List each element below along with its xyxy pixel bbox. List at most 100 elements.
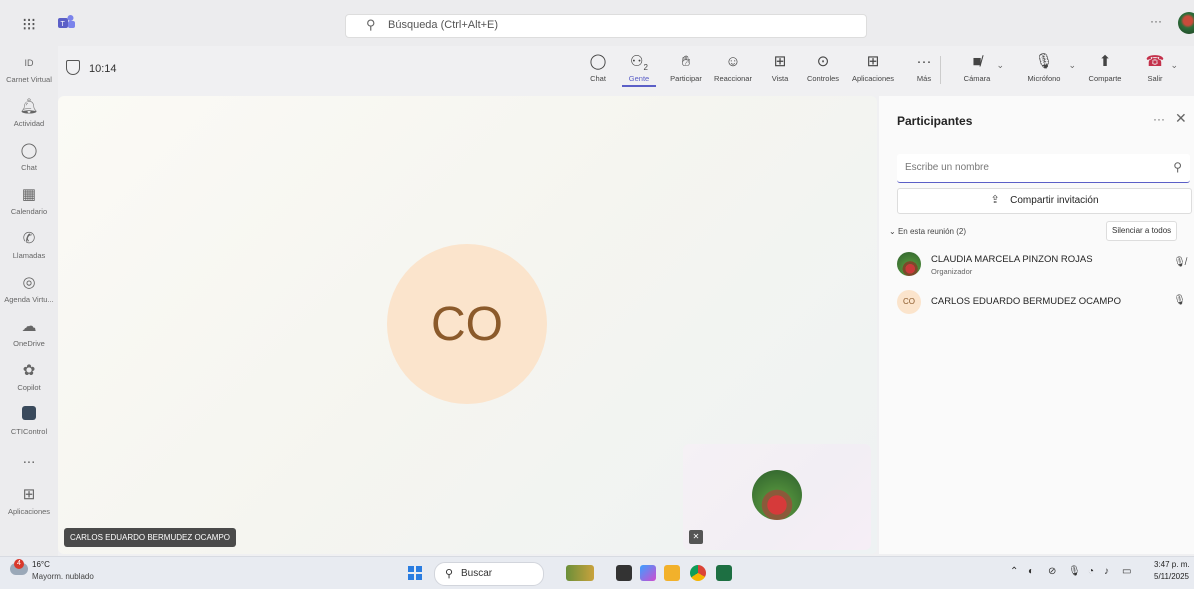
camera-off-icon: ■̸ bbox=[972, 53, 982, 70]
apps-button[interactable]: ⊞ Aplicaciones bbox=[848, 52, 898, 83]
wifi-icon[interactable]: ◔ bbox=[1088, 566, 1094, 577]
chevron-down-icon[interactable]: ⌄ bbox=[996, 60, 1004, 71]
participant-name-tag: CARLOS EDUARDO BERMUDEZ OCAMPO bbox=[64, 528, 237, 547]
grid-view-icon: ⊞ bbox=[773, 53, 787, 70]
rail-item-calls[interactable]: ✆ Llamadas bbox=[0, 230, 58, 260]
controls-icon: ⊙ bbox=[816, 53, 830, 70]
section-header[interactable]: ⌄ En esta reunión (2) bbox=[889, 227, 966, 236]
profile-avatar[interactable] bbox=[1178, 12, 1194, 34]
mute-all-button[interactable]: Silenciar a todos bbox=[1106, 221, 1178, 241]
share-button[interactable]: ⬆︎ Comparte bbox=[1084, 52, 1126, 83]
controls-button[interactable]: ⊙ Controles bbox=[802, 52, 844, 83]
search-icon: ⚲ bbox=[445, 568, 454, 580]
file-explorer-icon[interactable] bbox=[664, 565, 680, 581]
participants-count: 2 bbox=[643, 63, 648, 72]
view-button[interactable]: ⊞ Vista bbox=[768, 52, 792, 83]
chevron-down-icon[interactable]: ⌄ bbox=[1170, 60, 1178, 71]
chrome-icon[interactable] bbox=[690, 565, 706, 581]
more-button[interactable]: ··· Más bbox=[914, 52, 934, 83]
copilot-icon: ✿ bbox=[22, 362, 36, 379]
carnet-icon: ID bbox=[24, 58, 34, 68]
bell-icon: 🔔︎ bbox=[19, 98, 39, 115]
mic-off-icon: 🎙︎̸ bbox=[1173, 257, 1186, 268]
phone-icon: ✆ bbox=[22, 230, 36, 247]
chat-button[interactable]: ◯ Chat bbox=[586, 52, 610, 83]
app-launcher-icon[interactable]: ⁝⁝⁝ bbox=[22, 15, 36, 35]
meeting-timer: 10:14 bbox=[89, 63, 117, 75]
title-bar: ⁝⁝⁝ T ⚲ Búsqueda (Ctrl+Alt+E) ··· bbox=[0, 0, 1194, 46]
mic-off-icon[interactable]: ⊘ bbox=[1048, 566, 1056, 577]
rail-item-activity[interactable]: 🔔︎ Actividad bbox=[0, 98, 58, 128]
rail-item-carnet[interactable]: ID Carnet Virtual bbox=[0, 54, 58, 84]
rail-item-onedrive[interactable]: ☁︎ OneDrive bbox=[0, 318, 58, 348]
copilot-app-icon[interactable] bbox=[640, 565, 656, 581]
search-placeholder: Búsqueda (Ctrl+Alt+E) bbox=[388, 19, 499, 31]
participant-search-input[interactable]: Escribe un nombre ⚲ bbox=[897, 154, 1190, 183]
teams-logo-icon: T bbox=[58, 15, 75, 28]
participants-panel: Participantes ··· ✕ Escribe un nombre ⚲ … bbox=[879, 96, 1194, 554]
react-button[interactable]: ☺︎ Reaccionar bbox=[710, 52, 756, 83]
windows-taskbar: 4 16°C Mayorm. nublado ⚲ Buscar ⌃ ◐ ⊘ 🎙︎… bbox=[0, 556, 1194, 589]
mic-icon: 🎙︎ bbox=[1173, 295, 1186, 306]
participant-row[interactable]: CO CARLOS EDUARDO BERMUDEZ OCAMPO 🎙︎ bbox=[897, 288, 1190, 318]
meeting-toolbar: 10:14 ◯ Chat ⚇2 Gente ✋︎ Participar ☺︎ R… bbox=[58, 46, 1194, 94]
rail-item-more[interactable]: ... bbox=[0, 450, 58, 468]
share-icon: ⬆︎ bbox=[1098, 53, 1112, 70]
people-button[interactable]: ⚇2 Gente bbox=[622, 52, 656, 87]
participant-avatar bbox=[897, 252, 921, 276]
hand-icon: ✋︎ bbox=[681, 53, 691, 70]
windows-start-icon[interactable] bbox=[408, 566, 422, 580]
battery-icon[interactable]: ▭ bbox=[1122, 566, 1131, 577]
calendar-icon: ▦ bbox=[21, 186, 37, 203]
chat-icon: ◯ bbox=[589, 53, 607, 70]
mic-off-icon: 🎙︎ bbox=[1034, 53, 1054, 70]
share-invite-button[interactable]: ⇪ Compartir invitación bbox=[897, 188, 1192, 214]
chat-icon: ◯ bbox=[20, 142, 38, 159]
widget-app-icon[interactable] bbox=[566, 565, 594, 581]
camera-button[interactable]: ■̸ Cámara ⌄ bbox=[962, 52, 1004, 83]
rail-item-chat[interactable]: ◯ Chat bbox=[0, 142, 58, 172]
mic-button[interactable]: 🎙︎ Micrófono ⌄ bbox=[1024, 52, 1076, 83]
participant-avatar: CO bbox=[387, 244, 547, 404]
participant-row[interactable]: CLAUDIA MARCELA PINZON ROJAS Organizador… bbox=[897, 250, 1190, 280]
excel-icon[interactable] bbox=[716, 565, 732, 581]
mic-icon[interactable]: 🎙︎ bbox=[1068, 566, 1081, 577]
chevron-down-icon: ⌄ bbox=[889, 227, 896, 236]
teams-tray-icon[interactable]: ◐ bbox=[1028, 566, 1034, 577]
panel-title: Participantes bbox=[897, 114, 973, 128]
weather-temp[interactable]: 16°C bbox=[32, 560, 50, 569]
search-icon: ⚲ bbox=[366, 17, 376, 32]
panel-more-button[interactable]: ··· bbox=[1153, 112, 1165, 126]
leave-button[interactable]: ☎︎ Salir ⌄ bbox=[1144, 52, 1178, 83]
smile-icon: ☺︎ bbox=[725, 53, 741, 70]
rail-item-apps[interactable]: ⊞ Aplicaciones bbox=[0, 486, 58, 516]
self-video-tile[interactable]: ✕ bbox=[683, 444, 871, 550]
global-search-input[interactable]: ⚲ Búsqueda (Ctrl+Alt+E) bbox=[345, 14, 867, 38]
raise-hand-button[interactable]: ✋︎ Participar bbox=[666, 52, 706, 83]
rail-item-calendar[interactable]: ▦ Calendario bbox=[0, 186, 58, 216]
task-view-icon[interactable] bbox=[616, 565, 632, 581]
rail-item-copilot[interactable]: ✿ Copilot bbox=[0, 362, 58, 392]
app-rail: ID Carnet Virtual 🔔︎ Actividad ◯ Chat ▦ … bbox=[0, 46, 58, 556]
settings-more-button[interactable]: ··· bbox=[1150, 14, 1162, 28]
ellipsis-icon: ··· bbox=[916, 53, 932, 70]
mic-off-icon: ✕ bbox=[689, 530, 703, 544]
hangup-icon: ☎︎ bbox=[1145, 53, 1165, 70]
share-icon: ⇪ bbox=[990, 194, 1000, 206]
weather-desc[interactable]: Mayorm. nublado bbox=[32, 572, 94, 581]
toolbar-divider bbox=[940, 56, 941, 84]
add-apps-icon: ⊞ bbox=[22, 486, 36, 503]
chevron-up-icon[interactable]: ⌃ bbox=[1010, 566, 1018, 577]
rail-item-agenda[interactable]: ◎ Agenda Virtu... bbox=[0, 274, 58, 304]
chevron-down-icon[interactable]: ⌄ bbox=[1068, 60, 1076, 71]
search-icon: ⚲ bbox=[1173, 160, 1182, 174]
close-icon[interactable]: ✕ bbox=[1175, 110, 1187, 127]
volume-icon[interactable]: ♪ bbox=[1104, 566, 1109, 577]
clock-time[interactable]: 3:47 p. m. bbox=[1154, 560, 1190, 569]
rail-item-cticontrol[interactable]: CTIControl bbox=[0, 406, 58, 436]
taskbar-search[interactable]: ⚲ Buscar bbox=[434, 562, 544, 586]
cloud-icon: ☁︎ bbox=[21, 318, 37, 335]
clock-date[interactable]: 5/11/2025 bbox=[1154, 572, 1189, 581]
svg-text:T: T bbox=[61, 21, 66, 28]
video-stage: CO CARLOS EDUARDO BERMUDEZ OCAMPO ✕ bbox=[58, 96, 877, 554]
